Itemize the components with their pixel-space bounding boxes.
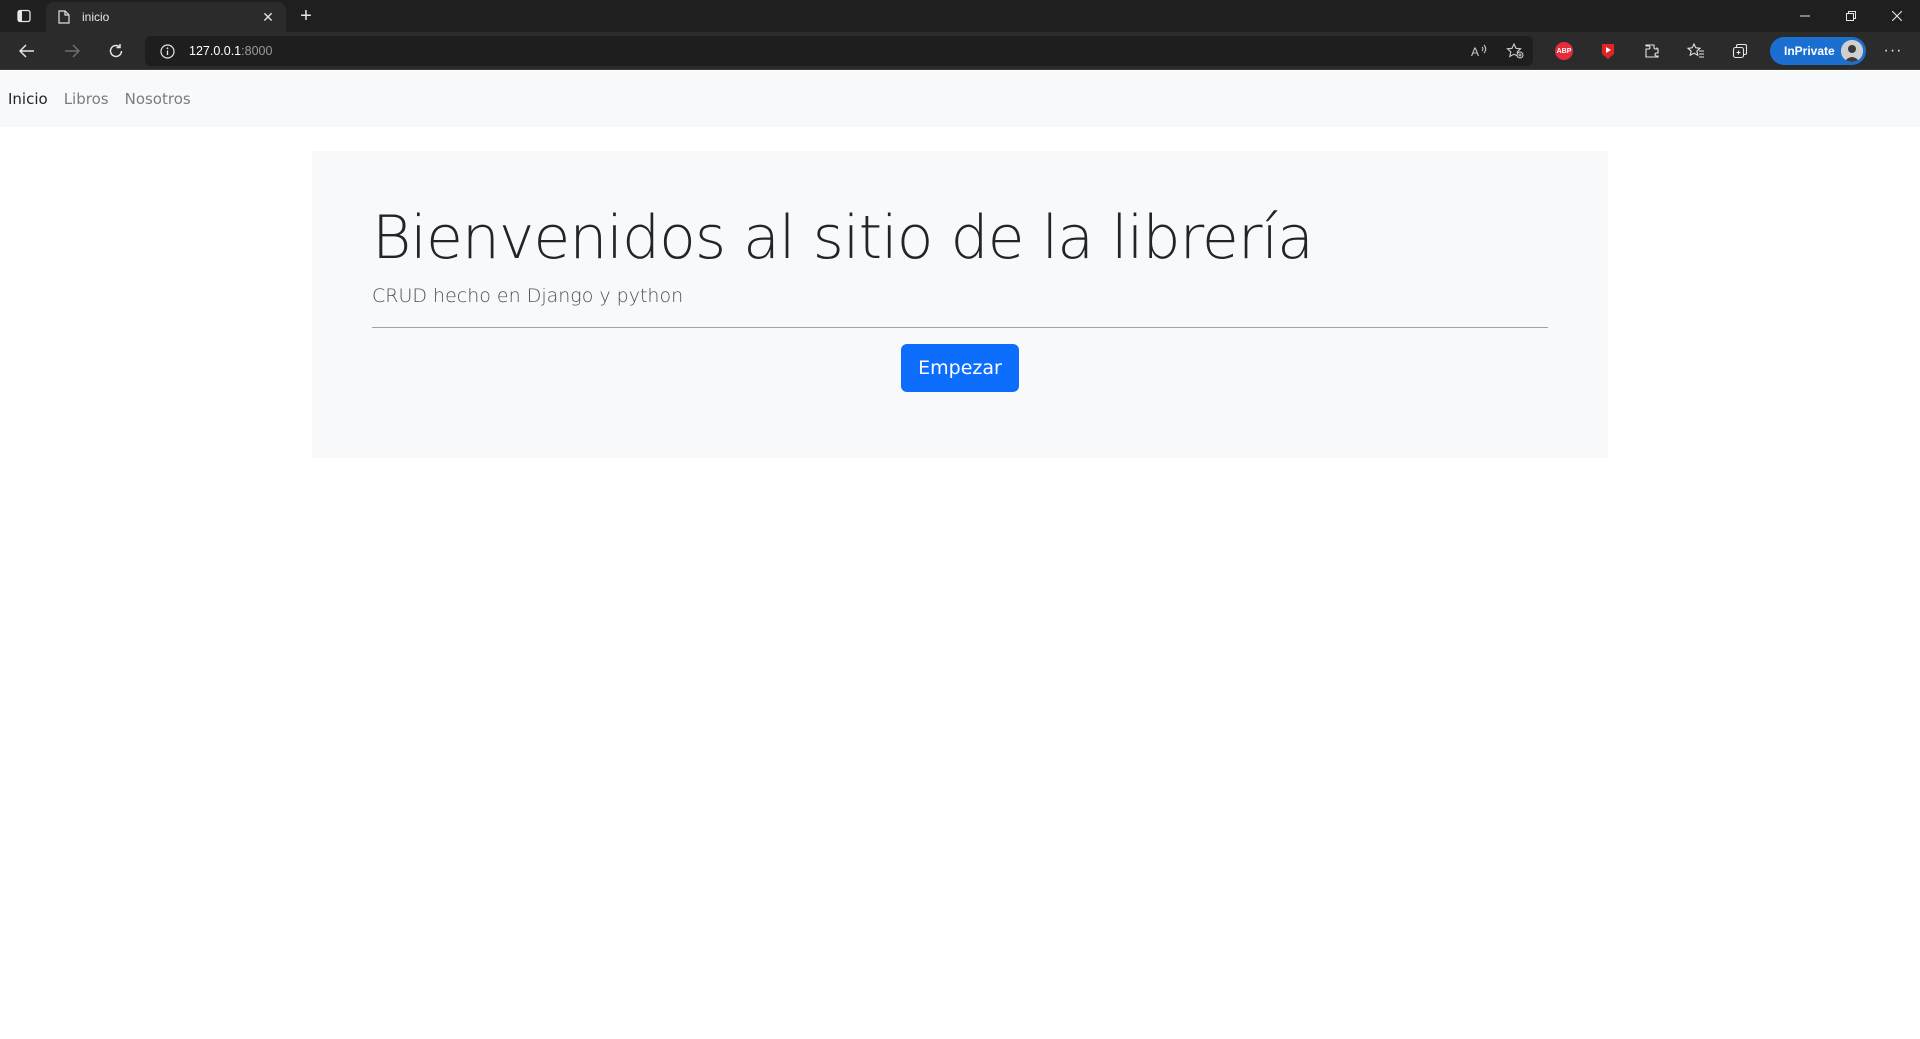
url-host: 127.0.0.1 xyxy=(189,44,242,58)
browser-titlebar: inicio ✕ + xyxy=(0,0,1920,32)
hero-subtitle: CRUD hecho en Django y python xyxy=(372,285,684,307)
hero-button-wrap: Empezar xyxy=(372,344,1548,392)
page-content: Inicio Libros Nosotros Bienvenidos al si… xyxy=(0,71,1920,1039)
forward-icon[interactable] xyxy=(58,38,86,64)
read-aloud-icon[interactable]: A xyxy=(1461,36,1497,66)
favorites-icon[interactable] xyxy=(1674,36,1718,66)
add-favorite-icon[interactable] xyxy=(1497,36,1533,66)
address-bar-actions: A xyxy=(1461,36,1533,66)
extensions-area: ABP xyxy=(1542,36,1762,66)
restore-icon[interactable] xyxy=(1828,0,1874,32)
collections-icon[interactable] xyxy=(1718,36,1762,66)
nav-link-nosotros[interactable]: Nosotros xyxy=(125,90,191,108)
url-text: 127.0.0.1:8000 xyxy=(189,44,272,58)
tab-title: inicio xyxy=(82,10,110,24)
close-window-icon[interactable] xyxy=(1874,0,1920,32)
extensions-icon[interactable] xyxy=(1630,36,1674,66)
new-tab-button[interactable]: + xyxy=(296,6,316,26)
video-extension-icon[interactable] xyxy=(1586,36,1630,66)
adblock-extension-icon[interactable]: ABP xyxy=(1542,36,1586,66)
tab-actions-icon[interactable] xyxy=(10,7,38,25)
minimize-icon[interactable] xyxy=(1782,0,1828,32)
hero-divider xyxy=(372,327,1548,328)
avatar xyxy=(1841,40,1863,62)
info-icon[interactable] xyxy=(159,43,175,59)
more-options-icon[interactable]: ··· xyxy=(1876,36,1910,66)
hero-title: Bienvenidos al sitio de la librería xyxy=(372,203,1314,273)
site-navbar: Inicio Libros Nosotros xyxy=(0,71,1920,127)
hero-jumbotron: Bienvenidos al sitio de la librería CRUD… xyxy=(312,151,1608,458)
inprivate-label: InPrivate xyxy=(1784,44,1835,58)
back-icon[interactable] xyxy=(13,38,41,64)
browser-tab[interactable]: inicio ✕ xyxy=(46,2,286,32)
url-port: :8000 xyxy=(241,44,273,58)
svg-text:A: A xyxy=(1471,45,1479,58)
close-icon[interactable]: ✕ xyxy=(260,9,276,25)
reload-icon[interactable] xyxy=(102,38,130,64)
start-button[interactable]: Empezar xyxy=(901,344,1019,392)
nav-link-inicio[interactable]: Inicio xyxy=(8,90,48,108)
browser-toolbar: 127.0.0.1:8000 A ABP InPrivate ··· xyxy=(0,32,1920,70)
address-bar[interactable]: 127.0.0.1:8000 A xyxy=(145,36,1533,66)
window-controls xyxy=(1782,0,1920,32)
nav-link-libros[interactable]: Libros xyxy=(64,90,109,108)
inprivate-button[interactable]: InPrivate xyxy=(1770,37,1866,65)
page-icon xyxy=(56,9,72,25)
